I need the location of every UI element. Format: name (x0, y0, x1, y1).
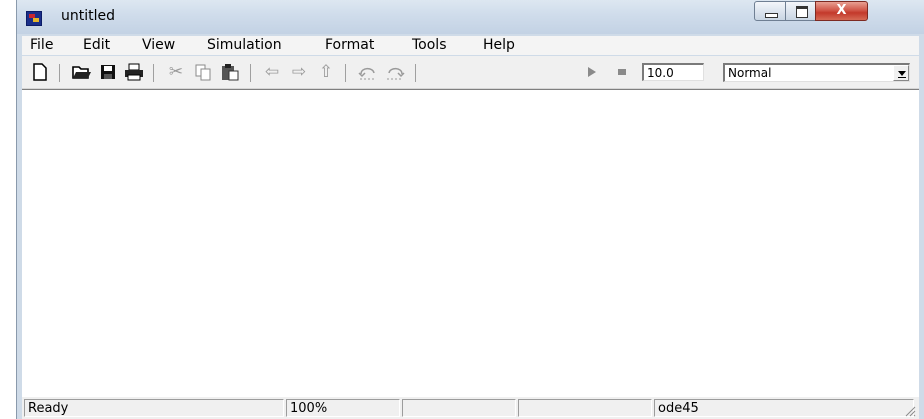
menu-help[interactable]: Help (483, 37, 515, 53)
stop-simulation-icon[interactable] (612, 62, 632, 82)
maximize-icon (796, 6, 808, 18)
cut-icon[interactable]: ✂ (166, 62, 186, 82)
simulink-model-icon[interactable] (26, 11, 42, 26)
new-file-icon[interactable] (30, 62, 50, 82)
stop-time-input[interactable]: 10.0 (642, 63, 704, 81)
toolbar-separator (153, 64, 154, 82)
print-icon[interactable] (124, 62, 144, 82)
model-canvas[interactable] (22, 89, 919, 398)
model-window: untitled X File Edit View Simulation For… (16, 0, 924, 419)
status-bar: Ready 100% ode45 (22, 397, 919, 419)
status-empty-2 (518, 399, 652, 417)
toolbar: ✂ ⇦ ⇨ ⇧ 10.0 Normal (22, 56, 919, 89)
forward-arrow-icon[interactable]: ⇨ (289, 62, 309, 82)
minimize-icon (765, 13, 778, 18)
redo-icon[interactable] (385, 62, 405, 82)
maximize-button[interactable] (785, 1, 816, 21)
resize-grip-icon[interactable] (904, 405, 916, 417)
save-icon[interactable] (98, 62, 118, 82)
status-solver: ode45 (654, 399, 914, 417)
toolbar-separator (345, 64, 346, 82)
menu-simulation[interactable]: Simulation (207, 37, 282, 53)
status-state: Ready (24, 399, 284, 417)
menu-file[interactable]: File (30, 37, 53, 53)
copy-icon[interactable] (193, 62, 213, 82)
menu-bar: File Edit View Simulation Format Tools H… (22, 36, 919, 55)
status-zoom: 100% (286, 399, 400, 417)
close-icon: X (836, 3, 847, 18)
up-arrow-icon[interactable]: ⇧ (316, 62, 336, 82)
paste-icon[interactable] (220, 62, 240, 82)
menu-tools[interactable]: Tools (412, 37, 447, 53)
start-simulation-icon[interactable] (582, 62, 602, 82)
close-button[interactable]: X (815, 1, 868, 21)
minimize-button[interactable] (754, 1, 786, 21)
open-folder-icon[interactable] (72, 62, 92, 82)
toolbar-separator (250, 64, 251, 82)
toolbar-separator (59, 64, 60, 82)
toolbar-separator (415, 64, 416, 82)
dropdown-arrow-icon[interactable] (893, 65, 909, 81)
window-title: untitled (61, 8, 116, 24)
menu-format[interactable]: Format (325, 37, 374, 53)
menu-edit[interactable]: Edit (83, 37, 110, 53)
simulation-mode-value: Normal (728, 66, 772, 80)
undo-icon[interactable] (358, 62, 378, 82)
status-empty-1 (402, 399, 516, 417)
title-bar[interactable]: untitled X (17, 0, 924, 34)
back-arrow-icon[interactable]: ⇦ (262, 62, 282, 82)
simulation-mode-select[interactable]: Normal (723, 63, 910, 82)
menu-view[interactable]: View (142, 37, 175, 53)
